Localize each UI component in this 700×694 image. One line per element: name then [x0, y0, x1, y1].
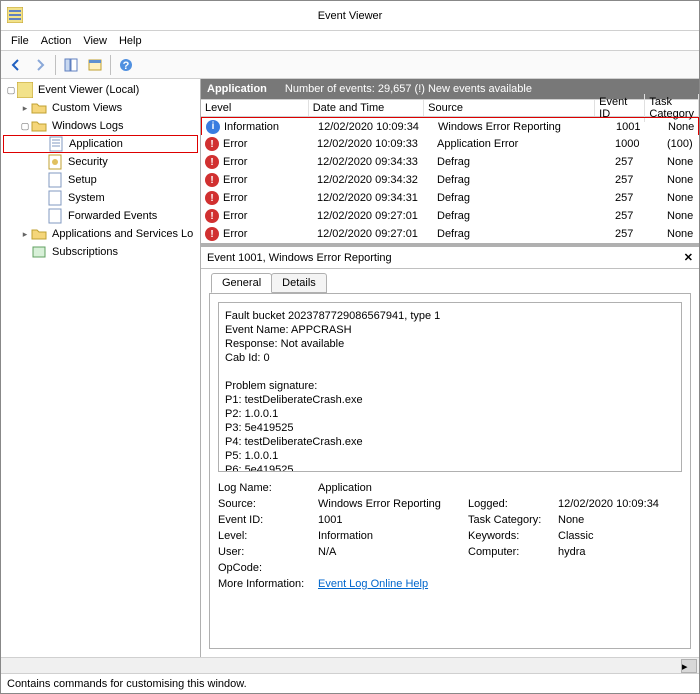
log-icon: [47, 154, 63, 170]
event-row[interactable]: iInformation12/02/2020 10:09:34Windows E…: [201, 117, 699, 135]
detail-title-bar: Event 1001, Windows Error Reporting ✕: [201, 247, 699, 269]
scroll-right-icon[interactable]: ▸: [681, 659, 697, 673]
field-value: Application: [318, 482, 468, 494]
col-date[interactable]: Date and Time: [309, 100, 424, 116]
folder-icon: [31, 118, 47, 134]
summary-count: Number of events: 29,657 (!) New events …: [285, 83, 532, 95]
close-icon[interactable]: ✕: [684, 251, 693, 264]
error-icon: !: [205, 209, 219, 223]
summary-section: Application: [207, 83, 267, 95]
subscriptions-icon: [31, 244, 47, 260]
menu-view[interactable]: View: [77, 33, 113, 49]
event-row[interactable]: !Error12/02/2020 09:27:01Defrag257None: [201, 225, 699, 243]
app-icon: [7, 7, 23, 23]
field-label: User:: [218, 546, 318, 558]
field-label: OpCode:: [218, 562, 318, 574]
tab-body: Fault bucket 2023787729086567941, type 1…: [209, 293, 691, 649]
properties-button[interactable]: [84, 54, 106, 76]
field-label: Computer:: [468, 546, 558, 558]
field-label: Level:: [218, 530, 318, 542]
svg-text:?: ?: [123, 60, 130, 72]
tree-setup[interactable]: Setup: [3, 171, 198, 189]
detail-pane: Event 1001, Windows Error Reporting ✕ Ge…: [201, 243, 699, 657]
field-value: N/A: [318, 546, 468, 558]
show-tree-button[interactable]: [60, 54, 82, 76]
event-row[interactable]: !Error12/02/2020 09:34:33Defrag257None: [201, 153, 699, 171]
field-value: None: [558, 514, 682, 526]
event-row[interactable]: !Error12/02/2020 09:27:01Defrag257None: [201, 207, 699, 225]
event-rows: iInformation12/02/2020 10:09:34Windows E…: [201, 117, 699, 243]
field-value: hydra: [558, 546, 682, 558]
menu-help[interactable]: Help: [113, 33, 148, 49]
tree-forwarded[interactable]: Forwarded Events: [3, 207, 198, 225]
nav-tree[interactable]: ▢ Event Viewer (Local) ▸ Custom Views ▢ …: [1, 79, 201, 657]
field-value: Windows Error Reporting: [318, 498, 468, 510]
collapse-icon[interactable]: ▢: [5, 85, 17, 96]
online-help-link[interactable]: Event Log Online Help: [318, 578, 682, 590]
error-icon: !: [205, 137, 219, 151]
error-icon: !: [205, 155, 219, 169]
field-label: Event ID:: [218, 514, 318, 526]
menu-bar: File Action View Help: [1, 31, 699, 51]
log-icon: [47, 208, 63, 224]
detail-title: Event 1001, Windows Error Reporting: [207, 252, 392, 264]
field-label: Logged:: [468, 498, 558, 510]
folder-icon: [31, 100, 47, 116]
main-area: ▢ Event Viewer (Local) ▸ Custom Views ▢ …: [1, 79, 699, 657]
event-row[interactable]: !Error12/02/2020 10:09:33Application Err…: [201, 135, 699, 153]
event-message[interactable]: Fault bucket 2023787729086567941, type 1…: [218, 302, 682, 472]
help-button[interactable]: ?: [115, 54, 137, 76]
toolbar: ?: [1, 51, 699, 79]
info-icon: i: [206, 120, 220, 134]
grid-header[interactable]: Level Date and Time Source Event ID Task…: [201, 99, 699, 117]
detail-tabs: General Details: [201, 269, 699, 293]
field-value: Classic: [558, 530, 682, 542]
error-icon: !: [205, 173, 219, 187]
expand-icon[interactable]: ▸: [19, 229, 31, 240]
toolbar-separator: [55, 55, 56, 75]
content-pane: Application Number of events: 29,657 (!)…: [201, 79, 699, 657]
tree-root[interactable]: ▢ Event Viewer (Local): [3, 81, 198, 99]
tree-apps-services[interactable]: ▸ Applications and Services Lo: [3, 225, 198, 243]
status-bar: Contains commands for customising this w…: [1, 673, 699, 693]
tree-application[interactable]: Application: [3, 135, 198, 153]
field-label: More Information:: [218, 578, 318, 590]
toolbar-separator: [110, 55, 111, 75]
collapse-icon[interactable]: ▢: [19, 121, 31, 132]
title-bar: Event Viewer: [1, 1, 699, 31]
field-label: Keywords:: [468, 530, 558, 542]
field-label: Log Name:: [218, 482, 318, 494]
tab-general[interactable]: General: [211, 273, 272, 293]
field-value: Information: [318, 530, 468, 542]
window-title: Event Viewer: [318, 10, 383, 22]
back-button[interactable]: [5, 54, 27, 76]
eventviewer-icon: [17, 82, 33, 98]
menu-action[interactable]: Action: [35, 33, 78, 49]
forward-button[interactable]: [29, 54, 51, 76]
tree-hscroll[interactable]: ▸: [1, 657, 699, 673]
tree-security[interactable]: Security: [3, 153, 198, 171]
log-icon: [48, 136, 64, 152]
error-icon: !: [205, 191, 219, 205]
log-icon: [47, 172, 63, 188]
field-label: Source:: [218, 498, 318, 510]
field-label: Task Category:: [468, 514, 558, 526]
expand-icon[interactable]: ▸: [19, 103, 31, 114]
tree-custom-views[interactable]: ▸ Custom Views: [3, 99, 198, 117]
tab-details[interactable]: Details: [271, 273, 327, 293]
event-fields: Log Name: Application Source: Windows Er…: [218, 482, 682, 590]
tree-subscriptions[interactable]: Subscriptions: [3, 243, 198, 261]
event-row[interactable]: !Error12/02/2020 09:34:31Defrag257None: [201, 189, 699, 207]
tree-windows-logs[interactable]: ▢ Windows Logs: [3, 117, 198, 135]
event-row[interactable]: !Error12/02/2020 09:34:32Defrag257None: [201, 171, 699, 189]
menu-file[interactable]: File: [5, 33, 35, 49]
folder-icon: [31, 226, 47, 242]
log-icon: [47, 190, 63, 206]
error-icon: !: [205, 227, 219, 241]
field-value: 1001: [318, 514, 468, 526]
field-value: 12/02/2020 10:09:34: [558, 498, 682, 510]
col-level[interactable]: Level: [201, 100, 309, 116]
tree-system[interactable]: System: [3, 189, 198, 207]
col-source[interactable]: Source: [424, 100, 595, 116]
